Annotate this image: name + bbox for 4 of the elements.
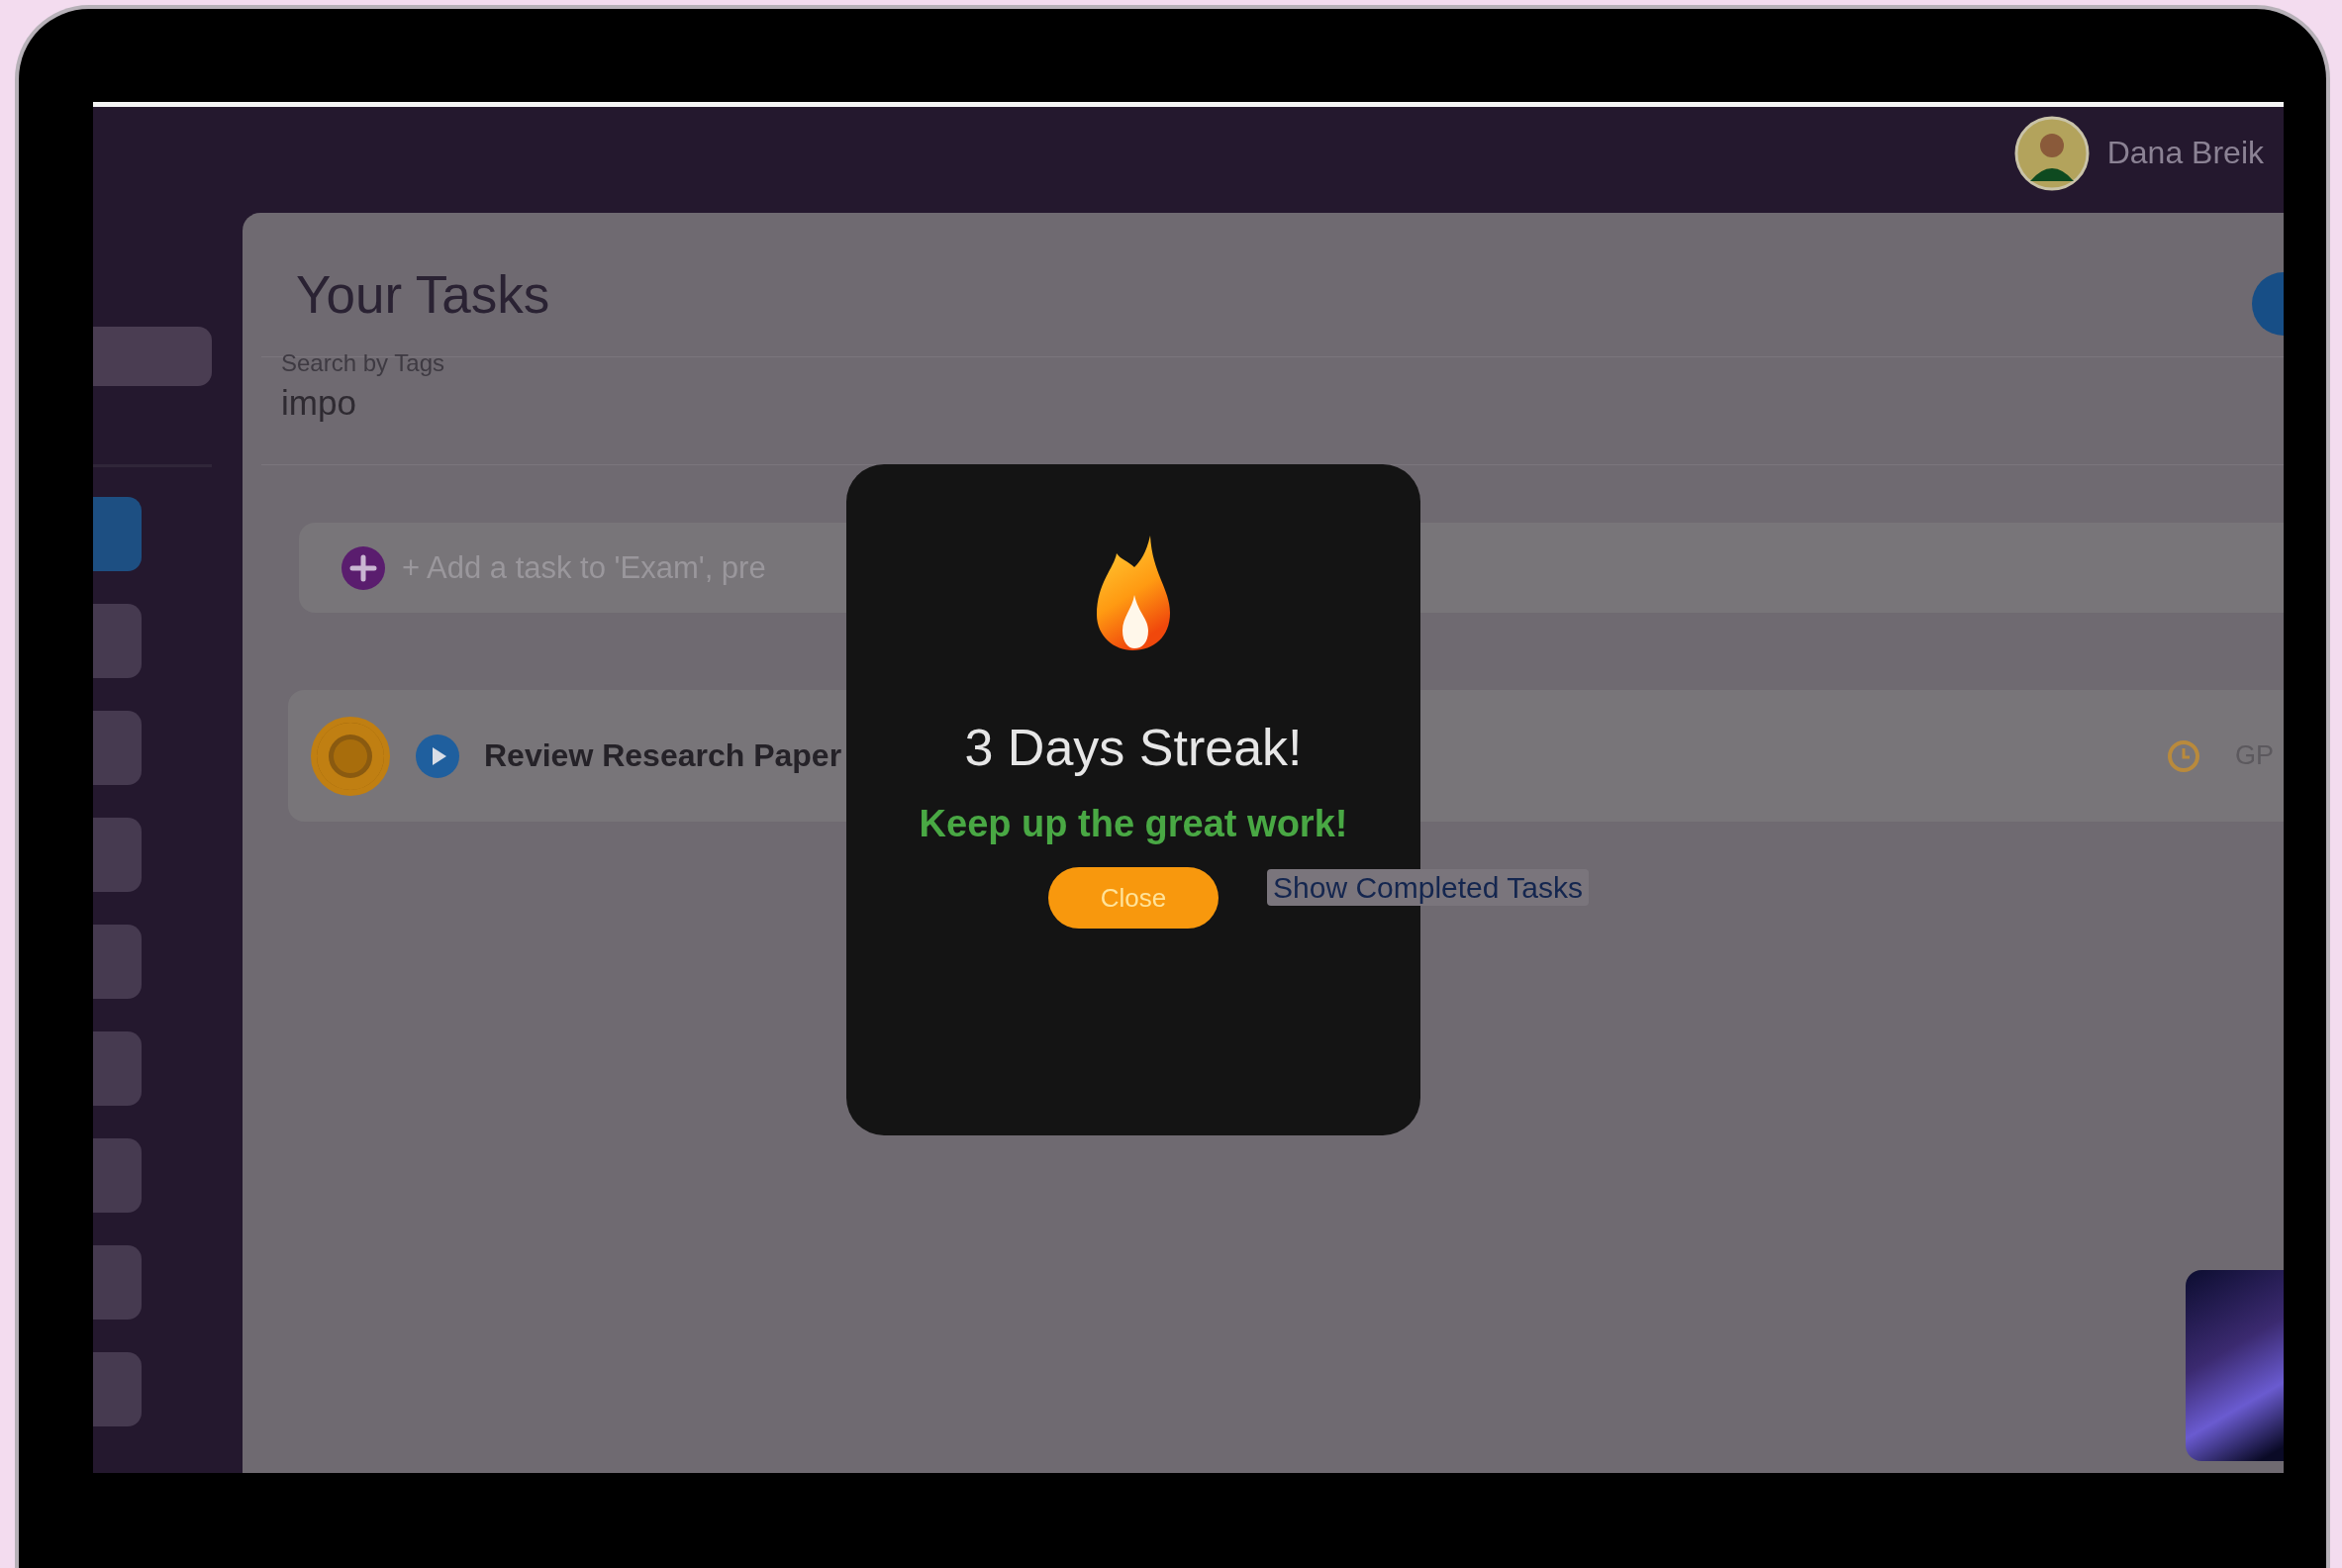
dialog-message: Keep up the great work! bbox=[919, 803, 1348, 845]
dialog-title: 3 Days Streak! bbox=[964, 718, 1303, 777]
page-title: Your Tasks bbox=[296, 264, 550, 325]
task-title: Review Research Paper bbox=[484, 737, 842, 774]
